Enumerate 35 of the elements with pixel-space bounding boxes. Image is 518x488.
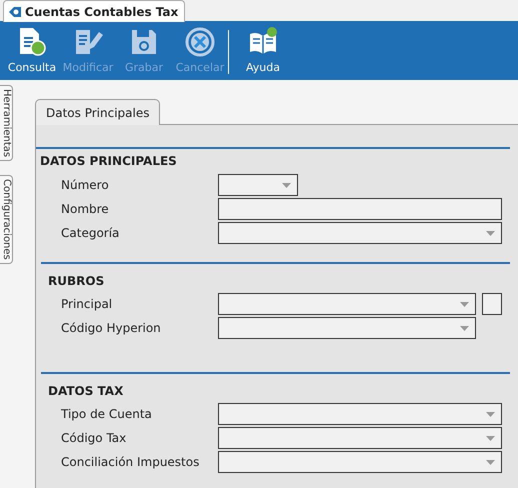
caret-icon bbox=[460, 302, 469, 307]
caret-icon bbox=[486, 436, 495, 441]
toolbar-button[interactable]: Ayuda bbox=[235, 22, 291, 80]
caret-icon bbox=[486, 460, 495, 465]
dropdown-field[interactable] bbox=[218, 317, 476, 339]
field-label: Principal bbox=[60, 296, 114, 313]
field-label: Nombre bbox=[60, 201, 110, 218]
field-label: Código Tax bbox=[60, 430, 128, 447]
dropdown-field[interactable] bbox=[218, 403, 502, 425]
section-heading: DATOS PRINCIPALES bbox=[39, 153, 178, 170]
app-logo-icon bbox=[8, 6, 22, 18]
section-heading: RUBROS bbox=[47, 273, 106, 290]
field-label: Categoría bbox=[60, 225, 120, 242]
small-input-box[interactable] bbox=[482, 293, 502, 315]
caret-icon bbox=[460, 326, 469, 331]
field-label: Número bbox=[60, 177, 110, 194]
dropdown-field[interactable] bbox=[218, 427, 502, 449]
dropdown-field[interactable] bbox=[218, 174, 298, 196]
side-tab[interactable]: Herramientas bbox=[0, 85, 13, 162]
input-field[interactable] bbox=[218, 198, 502, 220]
field-label: Tipo de Cuenta bbox=[60, 406, 153, 423]
dropdown-field[interactable] bbox=[218, 451, 502, 473]
caret-icon bbox=[486, 412, 495, 417]
side-tab[interactable]: Configuraciones bbox=[0, 175, 13, 264]
caret-icon bbox=[282, 183, 291, 188]
toolbar-button[interactable]: Consulta bbox=[4, 22, 60, 80]
section-heading: DATOS TAX bbox=[47, 383, 124, 400]
panel-tab[interactable]: Datos Principales bbox=[35, 99, 160, 125]
caret-icon bbox=[486, 231, 495, 236]
dropdown-field[interactable] bbox=[218, 222, 502, 244]
field-label: Código Hyperion bbox=[60, 320, 162, 337]
field-label: Conciliación Impuestos bbox=[60, 454, 200, 471]
dropdown-field[interactable] bbox=[218, 293, 476, 315]
circled-x-icon bbox=[184, 26, 216, 58]
window-tab[interactable]: Cuentas Contables Tax bbox=[3, 0, 186, 22]
